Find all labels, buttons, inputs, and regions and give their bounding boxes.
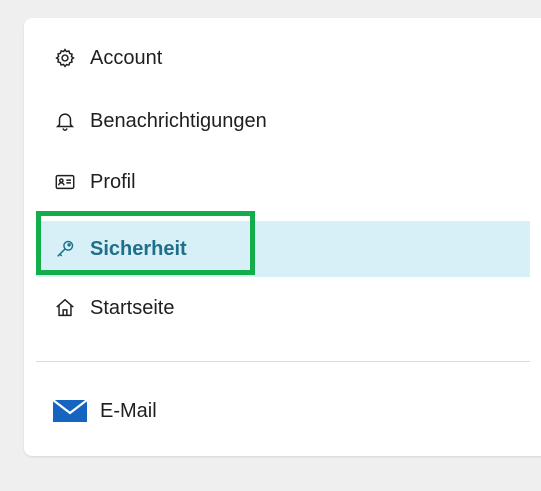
menu-item-label: Profil: [90, 170, 136, 193]
key-icon: [54, 238, 76, 260]
menu-item-label: Account: [90, 46, 163, 69]
menu-item-startseite[interactable]: Startseite: [24, 284, 514, 332]
menu-item-email[interactable]: E-Mail: [24, 387, 514, 435]
mail-icon: [52, 399, 88, 422]
home-icon: [54, 297, 76, 319]
bell-icon: [54, 110, 76, 132]
menu-item-label: Benachrichtigungen: [90, 109, 267, 132]
id-card-icon: [54, 171, 76, 193]
menu-item-label: E-Mail: [100, 399, 157, 422]
menu-item-profil[interactable]: Profil: [24, 158, 514, 206]
menu-item-label: Sicherheit: [90, 237, 187, 260]
menu-divider: [36, 361, 530, 362]
menu-item-label: Startseite: [90, 296, 175, 319]
menu-item-benachrichtigungen[interactable]: Benachrichtigungen: [24, 97, 514, 145]
gear-icon: [54, 47, 76, 69]
menu-item-account[interactable]: Account: [24, 34, 514, 82]
menu-item-sicherheit[interactable]: Sicherheit: [36, 221, 530, 277]
